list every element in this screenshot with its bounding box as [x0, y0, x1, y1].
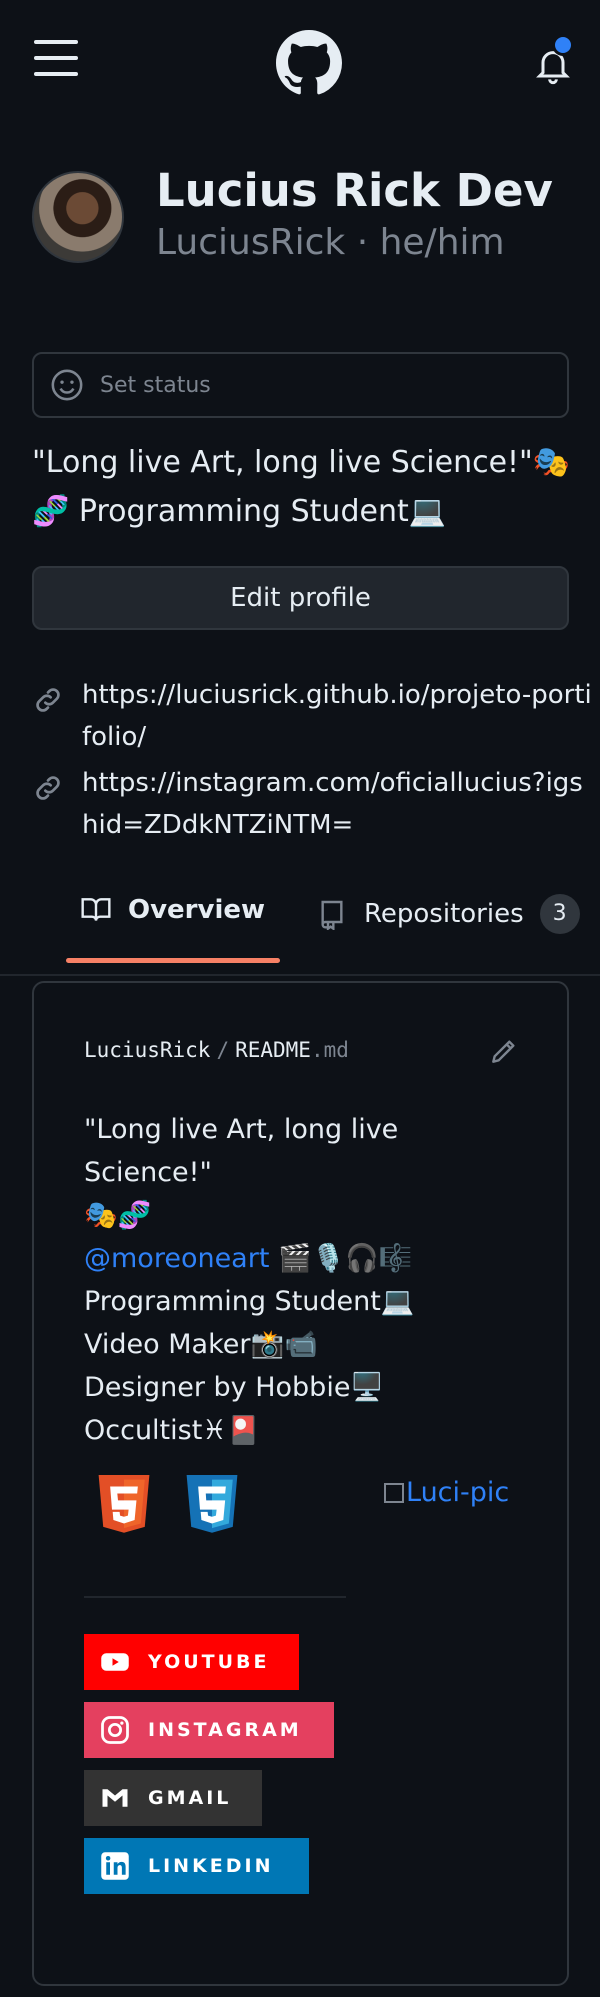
- readme-path-ext: .md: [310, 1038, 349, 1062]
- profile-name: Lucius Rick Dev: [156, 164, 553, 217]
- profile-login: LuciusRick · he/him: [156, 222, 505, 263]
- readme-path-separator: /: [216, 1038, 230, 1062]
- css3-icon: [186, 1475, 238, 1533]
- gmail-badge-label: GMAIL: [148, 1787, 232, 1809]
- luci-pic-image[interactable]: Luci-pic: [384, 1477, 509, 1508]
- gmail-badge[interactable]: GMAIL: [84, 1770, 262, 1826]
- bio-line: "Long live Art, long live Science!"🎭: [32, 445, 571, 480]
- edit-profile-button[interactable]: Edit profile: [32, 566, 569, 630]
- website-link[interactable]: https://luciusrick.github.io/projeto-por…: [82, 674, 592, 758]
- instagram-link[interactable]: https://instagram.com/oficiallucius?igsh…: [82, 762, 592, 846]
- github-logo-icon[interactable]: [276, 30, 342, 96]
- readme-content: "Long live Art, long live Science!" 🎭🧬 @…: [84, 1108, 534, 1452]
- repositories-counter: 3: [539, 894, 580, 934]
- youtube-badge-label: YOUTUBE: [148, 1651, 270, 1673]
- tab-repositories-label: Repositories: [364, 899, 524, 929]
- readme-path: LuciusRick / README.md: [84, 1038, 349, 1062]
- readme-path-file[interactable]: README: [235, 1038, 311, 1062]
- book-icon: [81, 898, 111, 921]
- readme-line: Video Maker📸📹: [84, 1329, 318, 1360]
- link-icon: [36, 776, 60, 800]
- readme-line: Occultist♓🎴: [84, 1415, 261, 1446]
- luci-pic-alt: Luci-pic: [406, 1477, 510, 1508]
- app-header: [0, 0, 600, 120]
- profile-bio: "Long live Art, long live Science!"🎭 🧬 P…: [32, 438, 572, 536]
- instagram-badge[interactable]: INSTAGRAM: [84, 1702, 334, 1758]
- avatar[interactable]: [32, 171, 124, 263]
- set-status-label: Set status: [100, 372, 211, 398]
- readme-card: LuciusRick / README.md "Long live Art, lon…: [32, 981, 569, 1986]
- repo-icon: [321, 900, 343, 930]
- linkedin-icon: [101, 1852, 129, 1880]
- youtube-icon: [101, 1653, 129, 1671]
- readme-emoji-line: 🎬🎙️🎧🎼: [269, 1243, 413, 1274]
- profile-tabs: Overview Repositories 3: [0, 876, 600, 976]
- linkedin-badge-label: LINKEDIN: [148, 1855, 274, 1877]
- readme-line: @moreoneart 🎬🎙️🎧🎼: [84, 1237, 534, 1280]
- readme-path-user[interactable]: LuciusRick: [84, 1038, 210, 1062]
- broken-image-icon: [384, 1483, 404, 1503]
- set-status-button[interactable]: Set status: [32, 352, 569, 418]
- html5-icon: [98, 1475, 150, 1533]
- linkedin-badge[interactable]: LINKEDIN: [84, 1838, 309, 1894]
- moreoneart-link[interactable]: @moreoneart: [84, 1243, 269, 1274]
- tab-repositories[interactable]: Repositories 3: [316, 894, 580, 934]
- readme-line: Designer by Hobbie🖥️: [84, 1372, 385, 1403]
- instagram-icon: [101, 1716, 129, 1744]
- readme-line: Programming Student💻: [84, 1286, 415, 1317]
- hamburger-menu-icon[interactable]: [34, 40, 78, 80]
- tab-selected-underline: [66, 958, 280, 963]
- instagram-badge-label: INSTAGRAM: [148, 1719, 302, 1741]
- link-icon: [36, 688, 60, 712]
- readme-line: "Long live Art, long live Science!": [84, 1114, 399, 1188]
- readme-divider: [84, 1596, 346, 1598]
- youtube-badge[interactable]: YOUTUBE: [84, 1634, 299, 1690]
- notification-indicator: [552, 34, 574, 56]
- bio-line: 🧬 Programming Student💻: [32, 494, 447, 529]
- readme-line: 🎭🧬: [84, 1200, 152, 1231]
- tab-overview-label: Overview: [128, 895, 266, 925]
- tab-overview[interactable]: Overview: [80, 894, 265, 926]
- pencil-icon[interactable]: [488, 1035, 520, 1067]
- gmail-icon: [102, 1789, 128, 1807]
- smiley-icon: [51, 369, 83, 401]
